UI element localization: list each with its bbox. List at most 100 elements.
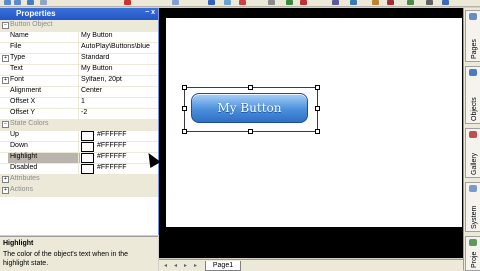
tab-label: System bbox=[471, 205, 478, 229]
separator bbox=[78, 86, 79, 97]
tab-project[interactable]: Proje bbox=[465, 236, 480, 271]
property-key: Name bbox=[10, 32, 29, 39]
separator bbox=[78, 53, 79, 64]
category-label: State Colors bbox=[10, 120, 49, 127]
resize-handle[interactable] bbox=[248, 85, 253, 90]
resize-handle[interactable] bbox=[182, 85, 187, 90]
collapse-icon[interactable]: − bbox=[2, 121, 9, 128]
separator bbox=[78, 163, 79, 174]
color-swatch[interactable] bbox=[81, 142, 94, 152]
resize-handle[interactable] bbox=[315, 106, 320, 111]
separator bbox=[78, 152, 79, 163]
progress-icon[interactable] bbox=[442, 0, 449, 5]
property-description: Highlight The color of the object's text… bbox=[0, 236, 158, 271]
tab-label: Gallery bbox=[471, 152, 478, 175]
separator bbox=[78, 75, 79, 86]
properties-title-bar: Properties − x bbox=[0, 8, 158, 20]
property-value[interactable]: My Button bbox=[81, 65, 157, 72]
next-page-icon[interactable]: ▸ bbox=[184, 262, 190, 269]
label-icon[interactable] bbox=[239, 0, 246, 5]
text-icon[interactable] bbox=[208, 0, 215, 5]
globe-icon[interactable] bbox=[350, 0, 357, 5]
property-key: Offset Y bbox=[10, 109, 36, 116]
project-icon bbox=[469, 239, 477, 246]
property-key: Type bbox=[10, 54, 26, 61]
color-swatch[interactable] bbox=[81, 164, 94, 174]
paragraph-icon[interactable] bbox=[332, 0, 339, 5]
separator bbox=[78, 108, 79, 119]
web-icon[interactable] bbox=[286, 0, 293, 5]
property-value[interactable]: #FFFFFF bbox=[97, 142, 157, 149]
separator bbox=[78, 97, 79, 108]
color-swatch[interactable] bbox=[81, 131, 94, 141]
property-key: Disabled bbox=[10, 164, 38, 171]
property-key: File bbox=[10, 43, 22, 50]
tab-system[interactable]: System bbox=[465, 182, 480, 232]
top-toolbar bbox=[0, 0, 480, 7]
property-value[interactable]: AutoPlay\Buttons\blue bbox=[81, 43, 157, 50]
cut-icon[interactable] bbox=[40, 0, 47, 5]
panel-title-buttons[interactable]: − x bbox=[145, 9, 155, 16]
objects-icon bbox=[469, 69, 477, 76]
open-icon[interactable] bbox=[14, 0, 21, 5]
category-label: Attributes bbox=[10, 175, 40, 182]
description-body: The color of the object's text when in t… bbox=[3, 251, 129, 267]
media-icon[interactable] bbox=[300, 0, 307, 5]
property-key: Up bbox=[10, 131, 19, 138]
my-button-object[interactable]: My Button bbox=[191, 93, 308, 123]
tab-objects[interactable]: Objects bbox=[465, 66, 480, 124]
copy-icon[interactable] bbox=[172, 0, 179, 5]
property-value[interactable]: #FFFFFF bbox=[97, 131, 157, 138]
resize-handle[interactable] bbox=[182, 106, 187, 111]
first-page-icon[interactable]: ◂ bbox=[164, 262, 170, 269]
separator bbox=[78, 31, 79, 42]
resize-handle[interactable] bbox=[182, 129, 187, 134]
resize-handle[interactable] bbox=[315, 129, 320, 134]
property-value[interactable]: -2 bbox=[81, 109, 157, 116]
last-page-icon[interactable]: ▸ bbox=[194, 262, 200, 269]
property-value[interactable]: Center bbox=[81, 87, 157, 94]
color-swatch[interactable] bbox=[81, 153, 94, 163]
video-icon[interactable] bbox=[387, 0, 394, 5]
collapse-icon[interactable]: − bbox=[2, 22, 9, 29]
expand-icon[interactable]: + bbox=[2, 187, 9, 194]
property-value[interactable]: My Button bbox=[81, 32, 157, 39]
property-value[interactable]: 1 bbox=[81, 98, 157, 105]
property-value[interactable]: Sylfaen, 20pt bbox=[81, 76, 157, 83]
prev-page-icon[interactable]: ◂ bbox=[174, 262, 180, 269]
gallery-icon bbox=[469, 131, 477, 138]
tab-pages[interactable]: Pages bbox=[465, 10, 480, 62]
description-heading: Highlight bbox=[3, 240, 34, 247]
tree-icon[interactable] bbox=[407, 0, 414, 5]
tab-gallery[interactable]: Gallery bbox=[465, 128, 480, 178]
tab-label: Proje bbox=[471, 251, 478, 268]
property-key: Offset X bbox=[10, 98, 36, 105]
resize-handle[interactable] bbox=[315, 85, 320, 90]
property-key: Down bbox=[10, 142, 28, 149]
save-icon[interactable] bbox=[27, 0, 34, 5]
pages-icon bbox=[469, 13, 477, 20]
new-icon[interactable] bbox=[4, 0, 11, 5]
property-key: Highlight bbox=[8, 153, 80, 163]
category-label: Actions bbox=[10, 186, 33, 193]
grid-icon[interactable] bbox=[426, 0, 433, 5]
expand-icon[interactable]: + bbox=[2, 176, 9, 183]
panel-title: Properties bbox=[16, 9, 56, 18]
delete-icon[interactable] bbox=[124, 0, 131, 5]
image-icon[interactable] bbox=[224, 0, 231, 5]
property-key: Font bbox=[10, 76, 25, 83]
separator bbox=[78, 42, 79, 53]
tab-label: Pages bbox=[471, 39, 478, 59]
property-key: Text bbox=[10, 65, 23, 72]
expand-icon[interactable]: + bbox=[2, 77, 9, 84]
properties-panel: Properties − x − Button Object Name My B… bbox=[0, 8, 159, 235]
flash-icon[interactable] bbox=[372, 0, 379, 5]
shape-icon[interactable] bbox=[268, 0, 275, 5]
property-value[interactable]: Standard bbox=[81, 54, 157, 61]
resize-handle[interactable] bbox=[248, 129, 253, 134]
system-icon bbox=[469, 185, 477, 192]
property-key: Alignment bbox=[10, 87, 42, 94]
expand-icon[interactable]: + bbox=[2, 55, 9, 62]
category-actions[interactable]: + Actions bbox=[0, 185, 158, 197]
separator bbox=[78, 130, 79, 141]
